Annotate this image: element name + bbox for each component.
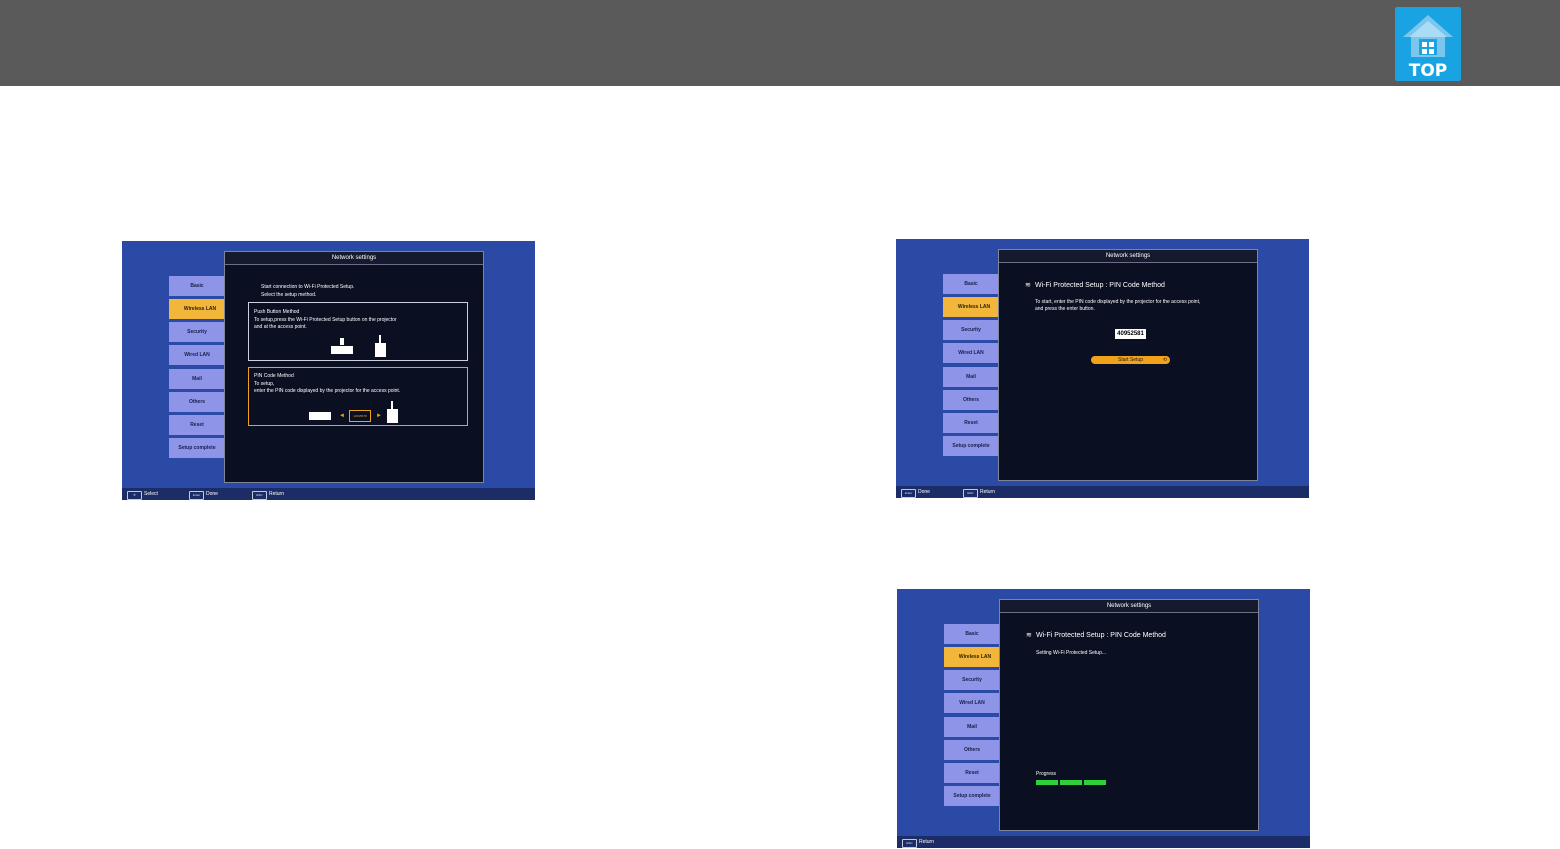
footer-return-label: Return xyxy=(980,489,996,495)
projector-icon xyxy=(309,412,331,420)
menu-item-others[interactable]: Others xyxy=(944,740,1006,760)
intro-line-2: Select the setup method. xyxy=(261,292,317,298)
menu-item-security[interactable]: Security xyxy=(169,322,231,342)
footer-bar: Enter Done ESC Return xyxy=(896,486,1309,498)
menu-item-basic[interactable]: Basic xyxy=(944,624,1006,644)
esc-key-icon: ESC xyxy=(902,839,917,848)
wps-heading: Wi-Fi Protected Setup : PIN Code Method xyxy=(1035,282,1165,289)
access-point-icon xyxy=(387,409,398,423)
menu-item-security[interactable]: Security xyxy=(944,670,1006,690)
antenna-icon xyxy=(379,335,381,343)
footer-bar: ✣ Select Enter Done ESC Return xyxy=(122,488,535,500)
enter-key-icon: Enter xyxy=(901,489,916,498)
pin-line-2: enter the PIN code displayed by the proj… xyxy=(254,388,401,394)
progress-segment xyxy=(1036,780,1058,785)
page-header-bar xyxy=(0,0,1560,86)
esc-key-icon: ESC xyxy=(252,491,267,500)
push-button-method-box[interactable]: Push Button Method To setup,press the Wi… xyxy=(248,302,468,361)
pin-code-display: 40952581 xyxy=(1115,329,1146,339)
menu-item-security[interactable]: Security xyxy=(943,320,1005,340)
progress-segment xyxy=(1060,780,1082,785)
progress-bar xyxy=(1036,780,1276,785)
menu-item-setup-complete[interactable]: Setup complete xyxy=(943,436,1005,456)
push-title: Push Button Method xyxy=(254,309,300,315)
network-settings-panel: Network settings ≋ Wi-Fi Protected Setup… xyxy=(998,249,1258,481)
start-setup-button[interactable]: Start Setup ⟲ xyxy=(1091,356,1170,364)
menu-item-wired-lan[interactable]: Wired LAN xyxy=(943,343,1005,363)
menu-item-basic[interactable]: Basic xyxy=(943,274,1005,294)
menu-item-others[interactable]: Others xyxy=(169,392,231,412)
screenshot-wps-select: Basic Wireless LAN Security Wired LAN Ma… xyxy=(122,241,535,500)
enter-icon: ⟲ xyxy=(1162,357,1167,363)
network-settings-panel: Network settings ≋ Wi-Fi Protected Setup… xyxy=(999,599,1259,831)
start-setup-label: Start Setup xyxy=(1117,357,1143,363)
menu-item-others[interactable]: Others xyxy=(943,390,1005,410)
footer-return-label: Return xyxy=(269,491,285,497)
enter-key-icon: Enter xyxy=(189,491,204,500)
menu-item-reset[interactable]: Reset xyxy=(943,413,1005,433)
menu-item-wireless-lan[interactable]: Wireless LAN xyxy=(943,297,1005,317)
arrow-left-icon: ◄ xyxy=(339,413,345,419)
menu-item-wired-lan[interactable]: Wired LAN xyxy=(169,345,231,365)
push-line-2: and at the access point. xyxy=(254,324,307,330)
top-label: TOP xyxy=(1408,61,1448,81)
access-point-icon xyxy=(375,343,386,357)
menu-item-mail[interactable]: Mail xyxy=(169,369,231,389)
push-line-1: To setup,press the Wi-Fi Protected Setup… xyxy=(254,317,397,323)
screenshot-pin-start: Basic Wireless LAN Security Wired LAN Ma… xyxy=(896,239,1309,498)
progress-label: Progress xyxy=(1036,771,1057,777)
footer-done-label: Done xyxy=(206,491,218,497)
menu-item-wireless-lan[interactable]: Wireless LAN xyxy=(169,299,231,319)
wifi-icon: ≋ xyxy=(1025,282,1031,289)
instruction-line-2: and press the enter button. xyxy=(1035,306,1095,312)
arrow-right-icon: ► xyxy=(376,413,382,419)
menu-item-basic[interactable]: Basic xyxy=(169,276,231,296)
menu-item-mail[interactable]: Mail xyxy=(944,717,1006,737)
panel-title: Network settings xyxy=(1000,600,1258,613)
footer-done-label: Done xyxy=(918,489,930,495)
wifi-icon: ≋ xyxy=(1026,632,1032,639)
menu-item-reset[interactable]: Reset xyxy=(169,415,231,435)
pin-code-method-box[interactable]: PIN Code Method To setup, enter the PIN … xyxy=(248,367,468,426)
intro-line-1: Start connection to Wi-Fi Protected Setu… xyxy=(261,284,355,290)
top-button[interactable]: TOP xyxy=(1395,7,1461,81)
menu-item-mail[interactable]: Mail xyxy=(943,367,1005,387)
footer-return-label: Return xyxy=(919,839,935,845)
pin-sample-display: 12345678 xyxy=(349,410,371,422)
menu-item-setup-complete[interactable]: Setup complete xyxy=(944,786,1006,806)
footer-bar: ESC Return xyxy=(897,836,1310,848)
pin-title: PIN Code Method xyxy=(254,373,294,379)
screenshot-pin-progress: Basic Wireless LAN Security Wired LAN Ma… xyxy=(897,589,1310,848)
footer-select-label: Select xyxy=(144,491,158,497)
projector-icon xyxy=(331,346,353,354)
antenna-icon xyxy=(391,401,393,409)
progress-segment xyxy=(1084,780,1106,785)
status-text: Setting Wi-Fi Protected Setup... xyxy=(1036,650,1107,656)
menu-item-setup-complete[interactable]: Setup complete xyxy=(169,438,231,458)
esc-key-icon: ESC xyxy=(963,489,978,498)
select-key-icon: ✣ xyxy=(127,491,142,500)
network-settings-panel: Network settings Start connection to Wi-… xyxy=(224,251,484,483)
menu-item-wireless-lan[interactable]: Wireless LAN xyxy=(944,647,1006,667)
wps-heading: Wi-Fi Protected Setup : PIN Code Method xyxy=(1036,632,1166,639)
panel-title: Network settings xyxy=(999,250,1257,263)
panel-title: Network settings xyxy=(225,252,483,265)
pin-line-1: To setup, xyxy=(254,381,275,387)
press-arrow-icon xyxy=(340,338,344,345)
instruction-line-1: To start, enter the PIN code displayed b… xyxy=(1035,299,1201,305)
menu-item-wired-lan[interactable]: Wired LAN xyxy=(944,693,1006,713)
menu-item-reset[interactable]: Reset xyxy=(944,763,1006,783)
